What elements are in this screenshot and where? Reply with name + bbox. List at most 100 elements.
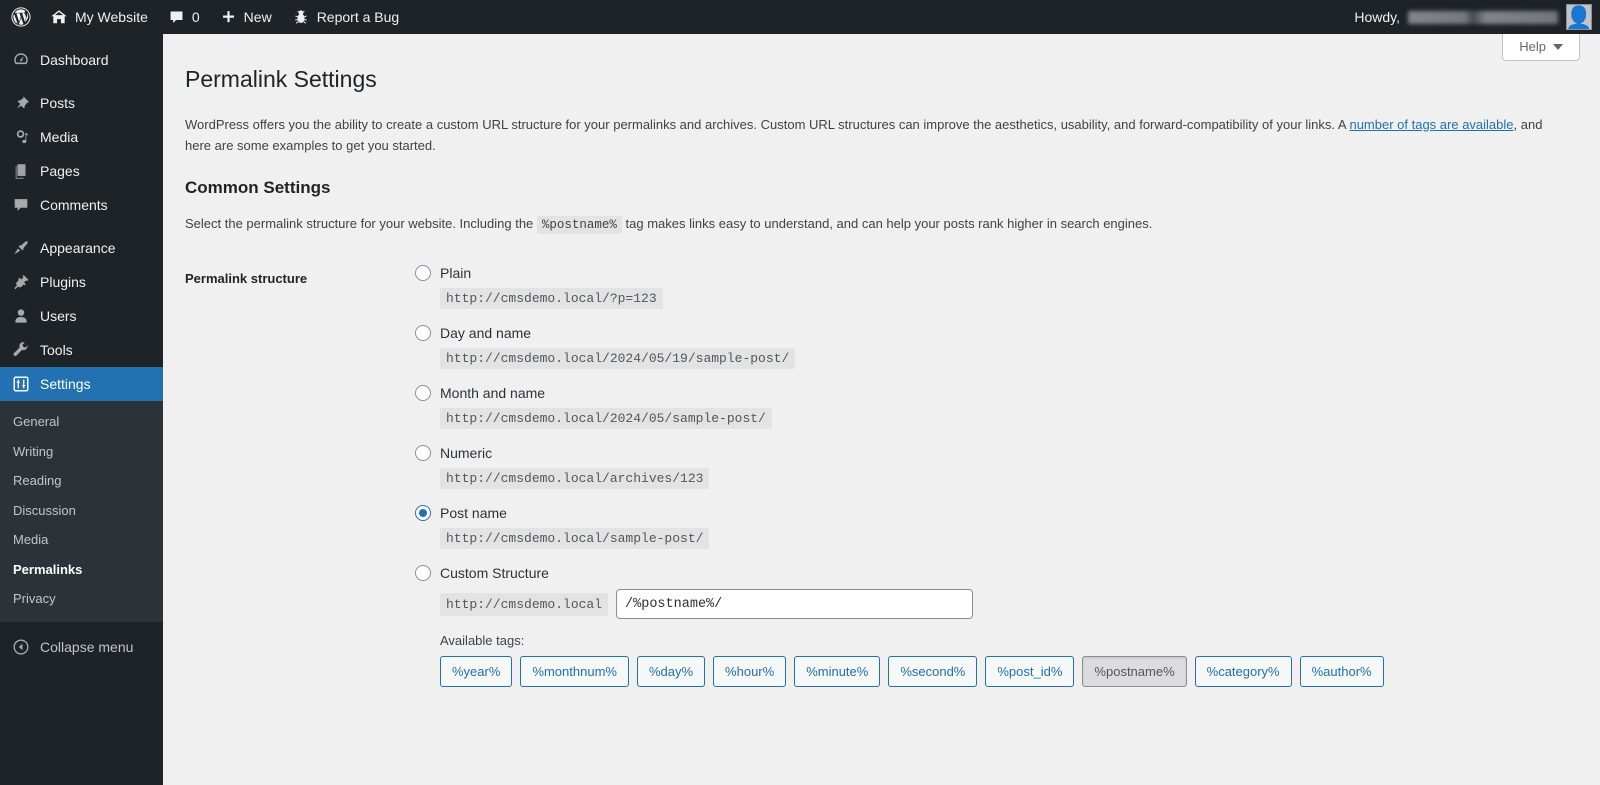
custom-structure-input[interactable] <box>616 589 974 620</box>
sidebar-item-label: Comments <box>40 197 108 213</box>
pages-icon <box>11 161 31 181</box>
tag-button-monthnum[interactable]: %monthnum% <box>520 656 629 688</box>
report-a-bug-label: Report a Bug <box>316 9 400 25</box>
sidebar-item-settings[interactable]: Settings <box>0 367 163 401</box>
permalink-option-label[interactable]: Day and name <box>440 325 531 341</box>
sidebar-item-label: Appearance <box>40 240 116 256</box>
radio-month-and-name[interactable] <box>415 385 431 402</box>
tag-button-author[interactable]: %author% <box>1299 656 1384 688</box>
bug-icon <box>292 8 310 26</box>
menu-spacer-1 <box>0 77 163 86</box>
permalink-option-label[interactable]: Post name <box>440 505 507 521</box>
submenu-item-media[interactable]: Media <box>0 525 163 555</box>
permalink-example-day-and-name: http://cmsdemo.local/2024/05/19/sample-p… <box>440 348 796 370</box>
paintbrush-icon <box>11 238 31 258</box>
radio-post-name[interactable] <box>415 505 431 522</box>
submenu-item-general[interactable]: General <box>0 407 163 437</box>
page-title: Permalink Settings <box>185 66 377 92</box>
user-display-name-redacted <box>1408 10 1558 24</box>
permalink-example-numeric: http://cmsdemo.local/archives/123 <box>440 468 710 490</box>
tag-button-hour[interactable]: %hour% <box>713 656 787 688</box>
new-content-button[interactable]: New <box>210 0 282 34</box>
settings-submenu: General Writing Reading Discussion Media… <box>0 401 163 622</box>
site-name-menu[interactable]: My Website <box>40 0 158 34</box>
report-a-bug-button[interactable]: Report a Bug <box>282 0 410 34</box>
help-tab-button[interactable]: Help <box>1502 34 1580 61</box>
sidebar-item-label: Settings <box>40 376 91 392</box>
radio-plain[interactable] <box>415 265 431 282</box>
radio-day-and-name[interactable] <box>415 325 431 342</box>
sidebar-item-label: Plugins <box>40 274 86 290</box>
avatar[interactable]: 👤 <box>1566 4 1592 30</box>
permalink-structure-form: Permalink structure Plain http://cmsdemo… <box>185 265 1580 703</box>
available-tags-list: %year% %monthnum% %day% %hour% %minute% … <box>440 656 1580 688</box>
howdy-label: Howdy, <box>1354 9 1400 25</box>
tag-button-second[interactable]: %second% <box>888 656 978 688</box>
sidebar-item-media[interactable]: Media <box>0 120 163 154</box>
submenu-item-privacy[interactable]: Privacy <box>0 584 163 614</box>
sidebar-item-tools[interactable]: Tools <box>0 333 163 367</box>
sidebar-item-pages[interactable]: Pages <box>0 154 163 188</box>
sidebar-item-users[interactable]: Users <box>0 299 163 333</box>
admin-bar: My Website 0 New Report a Bug Howdy, 👤 <box>0 0 1600 34</box>
radio-numeric[interactable] <box>415 445 431 462</box>
dashboard-icon <box>11 50 31 70</box>
permalink-option-label[interactable]: Month and name <box>440 385 545 401</box>
new-label: New <box>243 9 272 25</box>
permalink-option-plain: Plain http://cmsdemo.local/?p=123 <box>415 265 1580 310</box>
permalink-option-row[interactable]: Custom Structure <box>415 565 1580 582</box>
custom-structure-prefix: http://cmsdemo.local <box>440 592 609 616</box>
permalink-option-label[interactable]: Numeric <box>440 445 492 461</box>
wordpress-logo-icon <box>11 7 31 27</box>
section-desc-part2: tag makes links easy to understand, and … <box>621 216 1153 232</box>
permalink-example-month-and-name: http://cmsdemo.local/2024/05/sample-post… <box>440 408 772 430</box>
permalink-option-label[interactable]: Plain <box>440 265 471 281</box>
tag-button-day[interactable]: %day% <box>636 656 706 688</box>
number-of-tags-link[interactable]: number of tags are available <box>1349 117 1513 132</box>
permalink-option-custom-structure: Custom Structure http://cmsdemo.local Av… <box>415 565 1580 688</box>
comments-bubble-button[interactable]: 0 <box>158 0 210 34</box>
submenu-item-discussion[interactable]: Discussion <box>0 496 163 526</box>
settings-sliders-icon <box>11 374 31 394</box>
tag-button-postname[interactable]: %postname% <box>1082 656 1187 688</box>
tag-button-post-id[interactable]: %post_id% <box>985 656 1075 688</box>
intro-paragraph: WordPress offers you the ability to crea… <box>185 115 1545 157</box>
site-name-label: My Website <box>75 9 148 25</box>
sidebar-item-posts[interactable]: Posts <box>0 86 163 120</box>
submenu-item-permalinks[interactable]: Permalinks <box>0 555 163 585</box>
submenu-item-reading[interactable]: Reading <box>0 466 163 496</box>
submenu-item-writing[interactable]: Writing <box>0 437 163 467</box>
sidebar-item-plugins[interactable]: Plugins <box>0 265 163 299</box>
admin-sidebar-menu: Dashboard Posts Media Pages Comments App… <box>0 34 163 785</box>
permalink-option-row[interactable]: Post name <box>415 505 1580 522</box>
collapse-menu-button[interactable]: Collapse menu <box>0 630 163 664</box>
collapse-arrow-left-icon <box>11 637 31 657</box>
permalink-option-row[interactable]: Plain <box>415 265 1580 282</box>
custom-structure-row: http://cmsdemo.local <box>440 589 1580 620</box>
sidebar-item-appearance[interactable]: Appearance <box>0 231 163 265</box>
permalink-option-row[interactable]: Day and name <box>415 325 1580 342</box>
tag-button-year[interactable]: %year% <box>440 656 513 688</box>
sidebar-item-label: Pages <box>40 163 80 179</box>
section-desc-part1: Select the permalink structure for your … <box>185 216 537 232</box>
sidebar-item-dashboard[interactable]: Dashboard <box>0 43 163 77</box>
wordpress-logo-button[interactable] <box>0 0 40 34</box>
tag-button-category[interactable]: %category% <box>1194 656 1292 688</box>
permalink-option-day-and-name: Day and name http://cmsdemo.local/2024/0… <box>415 325 1580 370</box>
media-icon <box>11 127 31 147</box>
permalink-option-row[interactable]: Month and name <box>415 385 1580 402</box>
permalink-option-row[interactable]: Numeric <box>415 445 1580 462</box>
screen-meta-links: Help <box>1502 34 1580 61</box>
permalink-option-numeric: Numeric http://cmsdemo.local/archives/12… <box>415 445 1580 490</box>
menu-spacer-2 <box>0 222 163 231</box>
sidebar-item-comments[interactable]: Comments <box>0 188 163 222</box>
common-settings-description: Select the permalink structure for your … <box>185 214 1580 235</box>
my-account-menu[interactable]: Howdy, 👤 <box>1354 0 1600 34</box>
sidebar-item-label: Media <box>40 129 79 145</box>
permalink-option-label[interactable]: Custom Structure <box>440 565 549 581</box>
help-label: Help <box>1519 39 1546 54</box>
radio-custom-structure[interactable] <box>415 565 431 582</box>
permalink-example-post-name: http://cmsdemo.local/sample-post/ <box>440 528 710 550</box>
permalink-structure-label: Permalink structure <box>185 271 308 287</box>
tag-button-minute[interactable]: %minute% <box>794 656 881 688</box>
